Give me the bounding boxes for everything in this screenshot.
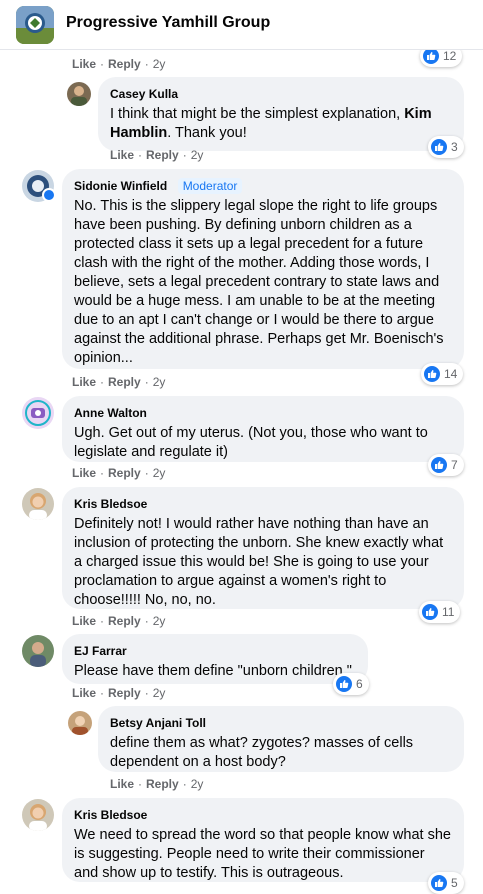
like-link[interactable]: Like <box>72 57 96 71</box>
reaction-count[interactable]: 3 <box>428 136 464 158</box>
timestamp[interactable]: 2y <box>191 777 204 791</box>
comment-actions: Like · Reply · 2y <box>72 614 166 628</box>
reply-link[interactable]: Reply <box>146 777 179 791</box>
thumbs-up-icon <box>431 875 447 891</box>
reply-link[interactable]: Reply <box>108 375 141 389</box>
avatar[interactable] <box>67 82 91 106</box>
comment-text: No. This is the slippery legal slope the… <box>74 198 444 366</box>
comment-author[interactable]: EJ Farrar <box>74 643 127 659</box>
comment-actions: Like · Reply · 2y <box>72 686 166 700</box>
like-link[interactable]: Like <box>72 466 96 480</box>
comment-author[interactable]: Kris Bledsoe <box>74 496 147 512</box>
reply-link[interactable]: Reply <box>108 614 141 628</box>
reaction-count[interactable]: 11 <box>419 601 461 623</box>
comment-text: We need to spread the word so that peopl… <box>74 827 451 881</box>
comment-author[interactable]: Anne Walton <box>74 405 147 421</box>
thumbs-up-icon <box>423 48 439 64</box>
timestamp[interactable]: 2y <box>153 466 166 480</box>
timestamp[interactable]: 2y <box>191 148 204 162</box>
thumbs-up-icon <box>422 604 438 620</box>
reaction-count[interactable]: 6 <box>333 673 369 695</box>
comment-actions: Like · Reply · 2y <box>72 466 166 480</box>
avatar[interactable] <box>22 397 54 429</box>
comment-text: define them as what? zygotes? masses of … <box>110 735 414 770</box>
comment-author[interactable]: Betsy Anjani Toll <box>110 715 206 731</box>
reaction-count[interactable]: 5 <box>428 872 464 894</box>
comment-bubble: Casey Kulla I think that might be the si… <box>98 77 464 151</box>
comment-bubble: Betsy Anjani Toll define them as what? z… <box>98 706 464 772</box>
avatar[interactable] <box>22 635 54 667</box>
comment-text: Definitely not! I would rather have noth… <box>74 516 444 608</box>
group-avatar[interactable] <box>16 6 54 44</box>
timestamp[interactable]: 2y <box>153 614 166 628</box>
reply-link[interactable]: Reply <box>108 466 141 480</box>
comment-actions: Like · Reply · 2y <box>110 777 204 791</box>
reply-link[interactable]: Reply <box>108 57 141 71</box>
avatar[interactable] <box>22 799 54 831</box>
like-link[interactable]: Like <box>72 614 96 628</box>
moderator-shield-icon <box>42 188 56 202</box>
reply-link[interactable]: Reply <box>108 686 141 700</box>
thumbs-up-icon <box>336 676 352 692</box>
thumbs-up-icon <box>424 366 440 382</box>
moderator-badge: Moderator <box>177 177 243 194</box>
like-link[interactable]: Like <box>72 686 96 700</box>
thumbs-up-icon <box>431 139 447 155</box>
group-header: Progressive Yamhill Group <box>0 0 483 50</box>
comment-text: Please have them define "unborn children… <box>74 663 352 679</box>
avatar[interactable] <box>22 488 54 520</box>
like-link[interactable]: Like <box>110 148 134 162</box>
avatar[interactable] <box>68 711 92 735</box>
comment-author[interactable]: Casey Kulla <box>110 86 178 102</box>
comment-bubble: Kris Bledsoe Definitely not! I would rat… <box>62 487 464 609</box>
timestamp[interactable]: 2y <box>153 686 166 700</box>
reaction-count[interactable]: 14 <box>421 363 464 385</box>
group-title[interactable]: Progressive Yamhill Group <box>66 14 270 32</box>
thumbs-up-icon <box>431 457 447 473</box>
comment-bubble: Anne Walton Ugh. Get out of my uterus. (… <box>62 396 464 462</box>
timestamp[interactable]: 2y <box>153 375 166 389</box>
comment-author[interactable]: Sidonie Winfield <box>74 178 167 194</box>
comment-bubble: Sidonie Winfield Moderator No. This is t… <box>62 169 464 369</box>
reaction-count[interactable]: 7 <box>428 454 464 476</box>
comment-bubble: Kris Bledsoe We need to spread the word … <box>62 798 464 882</box>
comment-actions: Like · Reply · 2y <box>110 148 204 162</box>
comment-bubble: EJ Farrar Please have them define "unbor… <box>62 634 368 684</box>
timestamp[interactable]: 2y <box>153 57 166 71</box>
like-link[interactable]: Like <box>72 375 96 389</box>
reply-link[interactable]: Reply <box>146 148 179 162</box>
comment-actions: Like · Reply · 2y <box>72 57 166 71</box>
comment-actions: Like · Reply · 2y <box>72 375 166 389</box>
comment-text: I think that might be the simplest expla… <box>110 106 432 141</box>
comment-text: Ugh. Get out of my uterus. (Not you, tho… <box>74 425 428 460</box>
like-link[interactable]: Like <box>110 777 134 791</box>
comment-author[interactable]: Kris Bledsoe <box>74 807 147 823</box>
